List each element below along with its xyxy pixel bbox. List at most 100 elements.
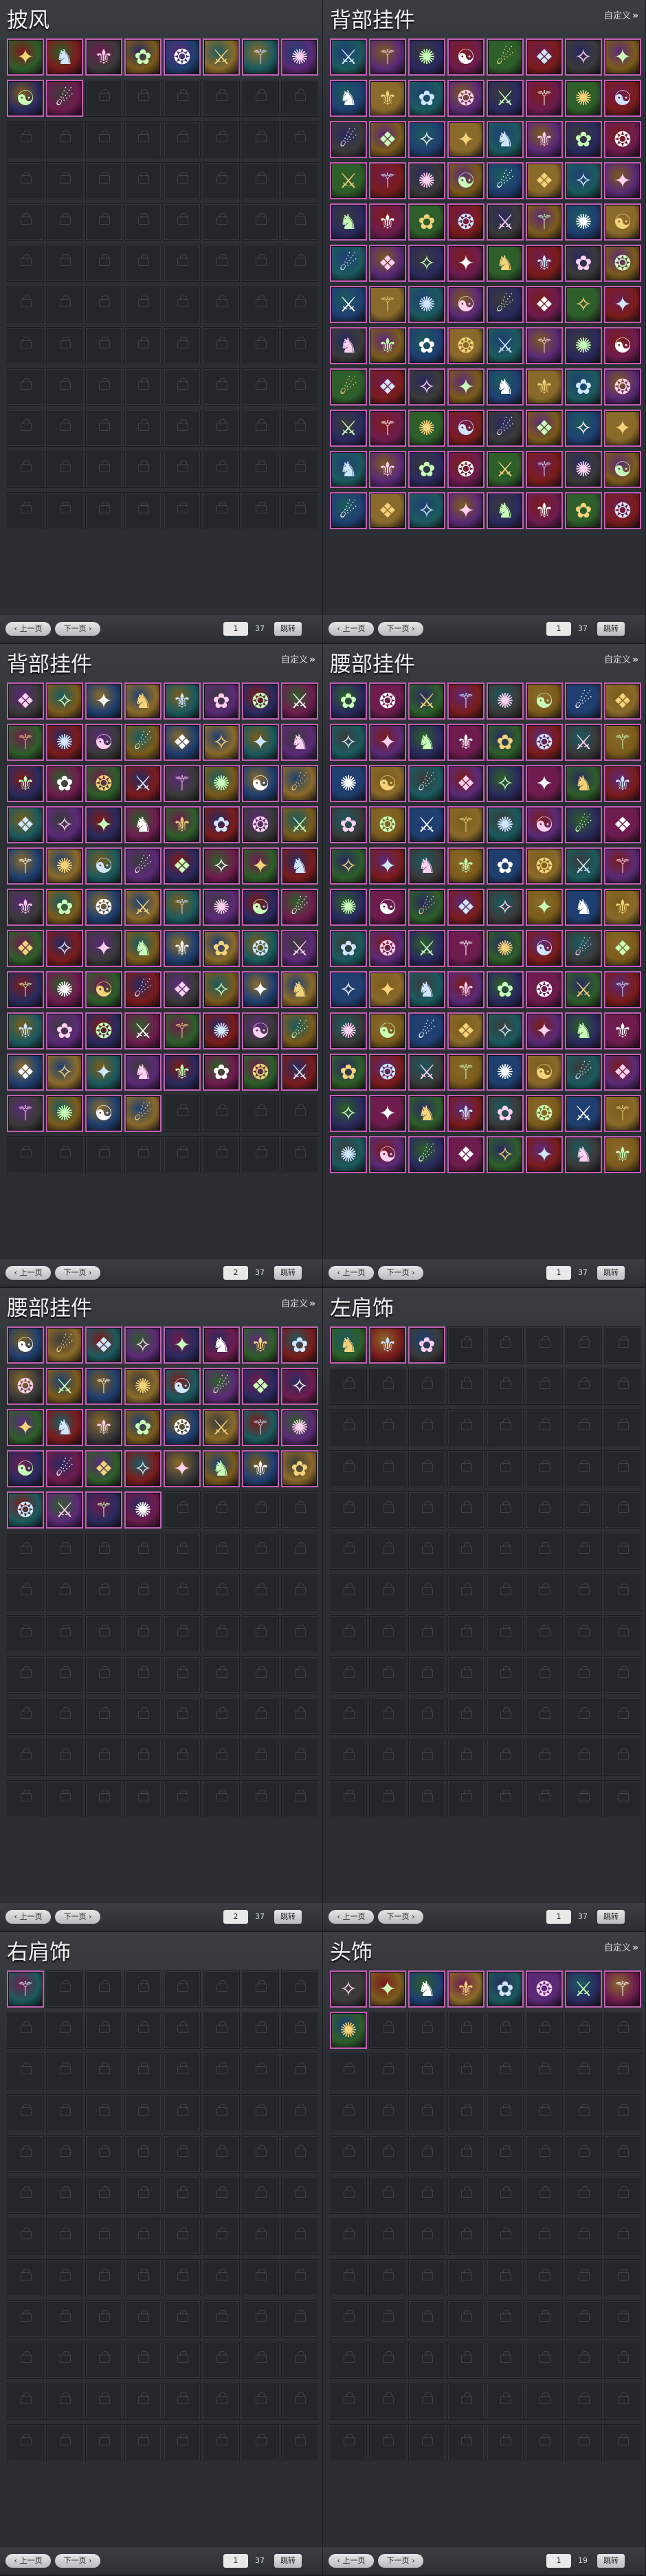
- item-slot-filled[interactable]: ⚚: [604, 1970, 641, 2008]
- item-slot-filled[interactable]: ✧: [124, 1326, 162, 1364]
- item-slot-filled[interactable]: ⚔: [565, 847, 602, 885]
- item-slot-filled[interactable]: ✿: [330, 806, 367, 843]
- prev-page-button[interactable]: ‹ 上一页: [5, 2554, 51, 2568]
- item-slot-filled[interactable]: ☯: [242, 765, 279, 802]
- item-slot-filled[interactable]: ❖: [369, 492, 406, 529]
- item-slot-filled[interactable]: ✦: [604, 286, 641, 323]
- item-slot-filled[interactable]: ❂: [447, 203, 485, 241]
- prev-page-button[interactable]: ‹ 上一页: [5, 1266, 51, 1280]
- item-slot-filled[interactable]: ✺: [487, 806, 524, 843]
- item-slot-filled[interactable]: ♞: [46, 38, 83, 76]
- item-slot-filled[interactable]: ✧: [408, 121, 445, 158]
- item-slot-filled[interactable]: ❂: [242, 1054, 279, 1091]
- item-slot-filled[interactable]: ✦: [242, 724, 279, 761]
- item-slot-filled[interactable]: ✧: [565, 410, 602, 447]
- item-slot-filled[interactable]: ♞: [124, 1054, 162, 1091]
- item-slot-filled[interactable]: ✦: [447, 121, 485, 158]
- item-slot-filled[interactable]: ✧: [408, 368, 445, 406]
- jump-button[interactable]: 跳转: [597, 2554, 625, 2568]
- item-slot-filled[interactable]: ✺: [565, 451, 602, 488]
- item-slot-filled[interactable]: ☯: [369, 765, 406, 802]
- item-slot-filled[interactable]: ⚜: [526, 121, 563, 158]
- item-slot-filled[interactable]: ❖: [447, 889, 485, 926]
- item-slot-filled[interactable]: ⚔: [46, 1368, 83, 1405]
- item-slot-filled[interactable]: ✧: [46, 1054, 83, 1091]
- item-slot-filled[interactable]: ⚜: [242, 1450, 279, 1487]
- item-slot-filled[interactable]: ♞: [281, 847, 318, 885]
- item-slot-filled[interactable]: ✦: [85, 682, 122, 720]
- item-slot-filled[interactable]: ♞: [565, 1012, 602, 1050]
- item-slot-filled[interactable]: ✦: [85, 930, 122, 967]
- item-slot-filled[interactable]: ⚚: [369, 410, 406, 447]
- item-slot-filled[interactable]: ❖: [164, 847, 201, 885]
- item-slot-filled[interactable]: ⚔: [203, 1409, 240, 1446]
- item-slot-filled[interactable]: ♞: [281, 724, 318, 761]
- item-slot-filled[interactable]: ⚔: [330, 162, 367, 199]
- item-slot-filled[interactable]: ❂: [164, 38, 201, 76]
- item-slot-filled[interactable]: ⚜: [447, 724, 485, 761]
- item-slot-filled[interactable]: ⚚: [604, 724, 641, 761]
- item-slot-filled[interactable]: ❂: [526, 1970, 563, 2008]
- item-slot-filled[interactable]: ☯: [447, 38, 485, 76]
- item-slot-filled[interactable]: ❖: [604, 806, 641, 843]
- item-slot-filled[interactable]: ⚔: [565, 724, 602, 761]
- item-slot-filled[interactable]: ✧: [203, 724, 240, 761]
- item-slot-filled[interactable]: ☯: [526, 1054, 563, 1091]
- item-slot-filled[interactable]: ⚜: [369, 1326, 406, 1364]
- prev-page-button[interactable]: ‹ 上一页: [328, 2554, 374, 2568]
- item-slot-filled[interactable]: ✧: [408, 245, 445, 282]
- customize-button[interactable]: 自定义»: [281, 1296, 315, 1309]
- item-slot-filled[interactable]: ✧: [565, 162, 602, 199]
- item-slot-filled[interactable]: ✺: [281, 1409, 318, 1446]
- item-slot-filled[interactable]: ⚔: [124, 1012, 162, 1050]
- item-slot-filled[interactable]: ⚜: [7, 765, 44, 802]
- item-slot-filled[interactable]: ⚚: [7, 971, 44, 1008]
- item-slot-filled[interactable]: ✧: [330, 724, 367, 761]
- item-slot-filled[interactable]: ⚔: [408, 1054, 445, 1091]
- page-number-input[interactable]: 1: [223, 2554, 248, 2568]
- item-slot-filled[interactable]: ♞: [124, 806, 162, 843]
- item-slot-filled[interactable]: ☄: [487, 38, 524, 76]
- item-slot-filled[interactable]: ✿: [124, 1409, 162, 1446]
- item-slot-filled[interactable]: ⚔: [281, 930, 318, 967]
- item-slot-filled[interactable]: ⚔: [487, 203, 524, 241]
- item-slot-filled[interactable]: ✺: [203, 889, 240, 926]
- item-slot-filled[interactable]: ✧: [487, 1136, 524, 1173]
- item-slot-filled[interactable]: ♞: [565, 1136, 602, 1173]
- customize-button[interactable]: 自定义»: [604, 1940, 638, 1953]
- item-slot-filled[interactable]: ⚜: [164, 1054, 201, 1091]
- item-slot-filled[interactable]: ⚔: [487, 451, 524, 488]
- next-page-button[interactable]: 下一页 ›: [55, 1910, 100, 1924]
- item-slot-filled[interactable]: ❂: [447, 80, 485, 117]
- item-slot-filled[interactable]: ⚚: [7, 1970, 44, 2008]
- item-slot-filled[interactable]: ✿: [203, 682, 240, 720]
- item-slot-filled[interactable]: ♞: [46, 1409, 83, 1446]
- item-slot-filled[interactable]: ✺: [330, 2012, 367, 2049]
- item-slot-filled[interactable]: ❂: [242, 806, 279, 843]
- item-slot-filled[interactable]: ☯: [85, 724, 122, 761]
- item-slot-filled[interactable]: ❂: [369, 930, 406, 967]
- item-slot-filled[interactable]: ☯: [242, 1012, 279, 1050]
- item-slot-filled[interactable]: ❖: [526, 38, 563, 76]
- prev-page-button[interactable]: ‹ 上一页: [5, 1910, 51, 1924]
- item-slot-filled[interactable]: ❖: [369, 121, 406, 158]
- item-slot-filled[interactable]: ✧: [203, 847, 240, 885]
- item-slot-filled[interactable]: ⚔: [408, 682, 445, 720]
- item-slot-filled[interactable]: ♞: [330, 327, 367, 364]
- customize-button[interactable]: 自定义»: [604, 8, 638, 21]
- item-slot-filled[interactable]: ⚜: [447, 1095, 485, 1132]
- item-slot-filled[interactable]: ✿: [330, 930, 367, 967]
- item-slot-filled[interactable]: ⚜: [7, 889, 44, 926]
- item-slot-filled[interactable]: ✿: [330, 682, 367, 720]
- next-page-button[interactable]: 下一页 ›: [378, 2554, 423, 2568]
- item-slot-filled[interactable]: ✿: [203, 806, 240, 843]
- item-slot-filled[interactable]: ⚜: [369, 80, 406, 117]
- item-slot-filled[interactable]: ✦: [447, 492, 485, 529]
- item-slot-filled[interactable]: ❖: [526, 286, 563, 323]
- item-slot-filled[interactable]: ❂: [164, 1409, 201, 1446]
- item-slot-filled[interactable]: ⚚: [604, 847, 641, 885]
- item-slot-filled[interactable]: ✦: [369, 971, 406, 1008]
- item-slot-filled[interactable]: ✦: [164, 1450, 201, 1487]
- item-slot-filled[interactable]: ❂: [85, 765, 122, 802]
- item-slot-filled[interactable]: ⚔: [124, 889, 162, 926]
